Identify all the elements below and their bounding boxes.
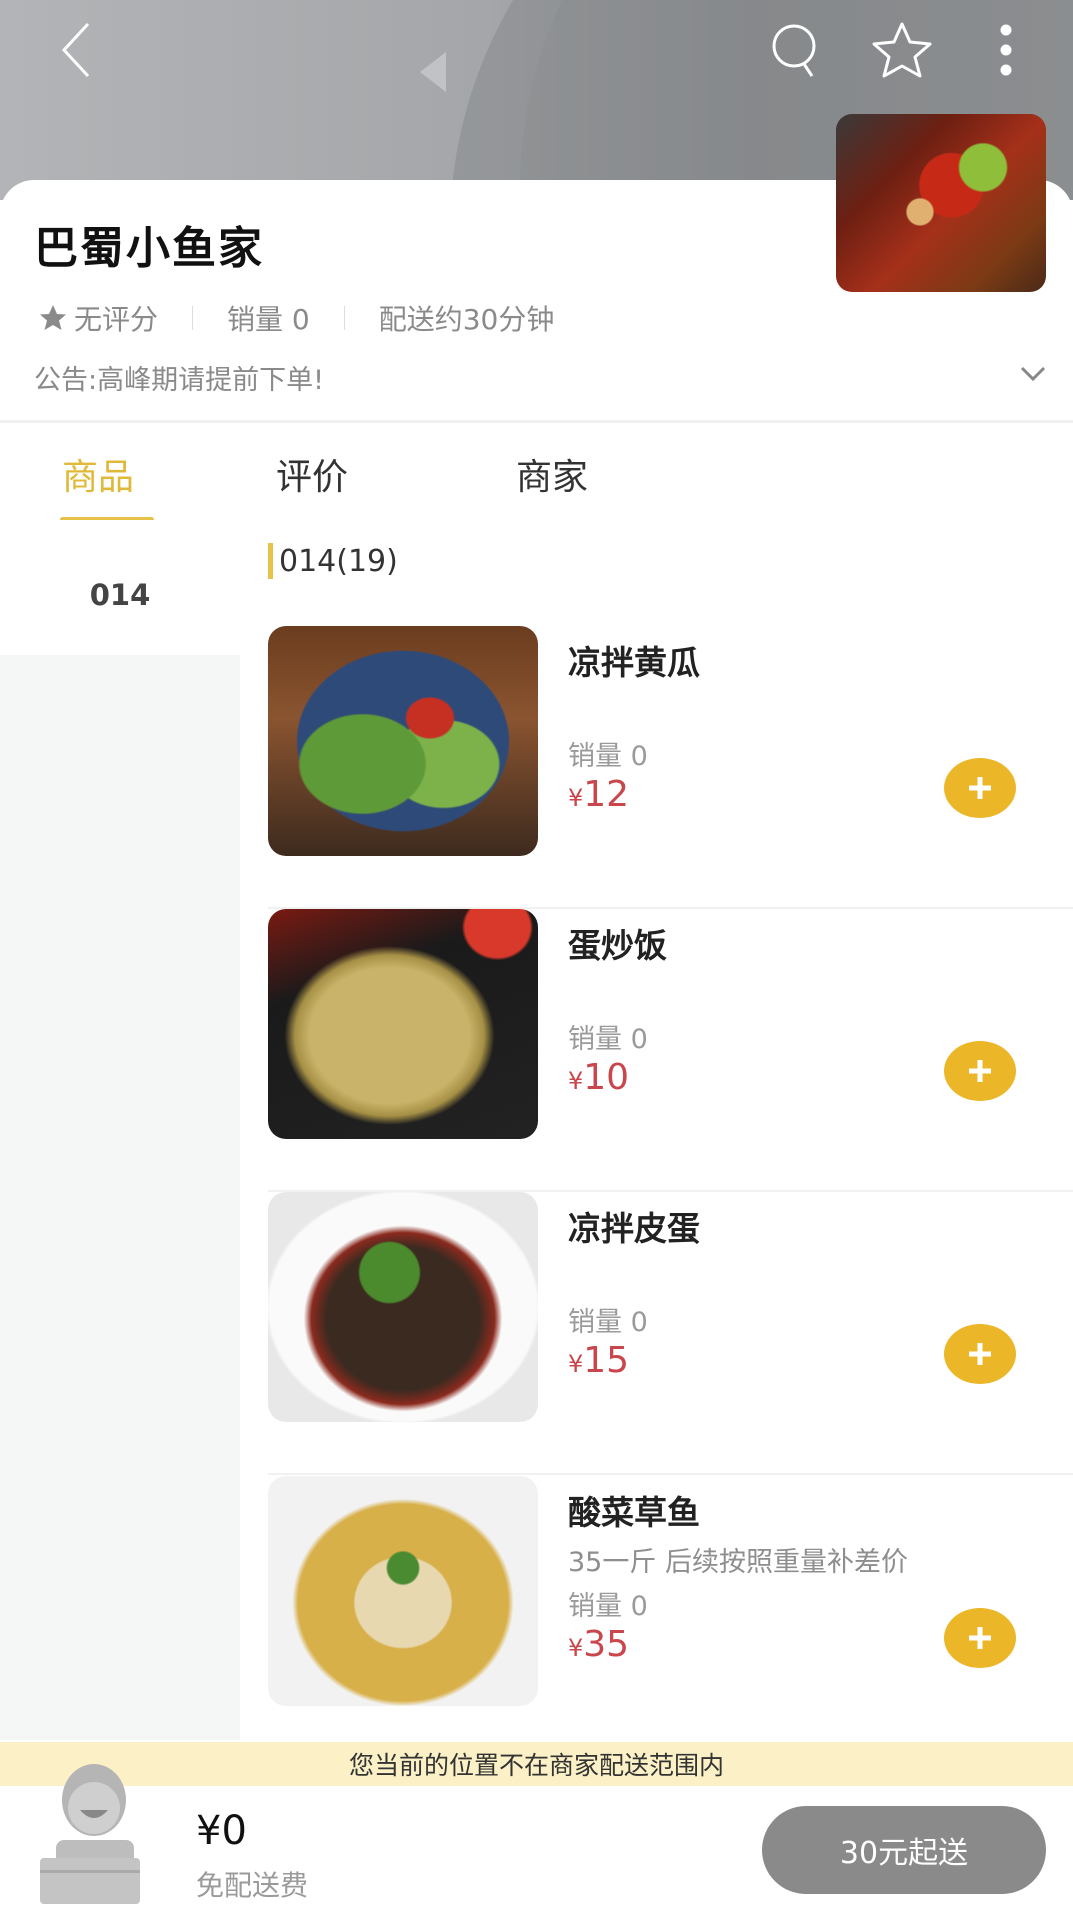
checkout-button[interactable]: 30元起送 [762, 1806, 1046, 1894]
delivery-fee: 免配送费 [196, 1869, 309, 1902]
shop-delivery-time: 配送约30分钟 [378, 303, 555, 336]
chevron-left-icon [61, 22, 90, 78]
product-item[interactable]: 凉拌黄瓜 销量 0 ¥12 [268, 626, 1073, 909]
product-description: 35一斤 后续按照重量补差价 [568, 1547, 908, 1578]
category-section-header: 014(19) [268, 543, 398, 579]
product-sales: 销量 0 [568, 1024, 648, 1055]
shop-meta: 无评分 销量 0 配送约30分钟 [38, 298, 554, 338]
product-item[interactable]: 蛋炒饭 销量 0 ¥10 [268, 909, 1073, 1192]
shop-notice[interactable]: 公告:高峰期请提前下单! [34, 358, 324, 397]
product-price: ¥10 [568, 1057, 630, 1098]
product-price: ¥12 [568, 774, 630, 815]
divider [0, 420, 1073, 423]
add-to-cart-button[interactable] [944, 758, 1016, 818]
product-image[interactable] [268, 909, 538, 1139]
add-to-cart-button[interactable] [944, 1608, 1016, 1668]
plus-icon [969, 1343, 991, 1365]
product-sales: 销量 0 [568, 1591, 648, 1622]
tab-reviews[interactable]: 评价 [276, 448, 348, 500]
product-name: 凉拌皮蛋 [568, 1209, 700, 1248]
section-title: 014(19) [279, 543, 398, 579]
add-to-cart-button[interactable] [944, 1041, 1016, 1101]
more-vertical-icon [1000, 24, 1012, 76]
divider [192, 306, 194, 330]
plus-icon [969, 777, 991, 799]
search-button[interactable] [764, 18, 828, 82]
delivery-courier-icon[interactable] [26, 1758, 156, 1906]
category-sidebar [0, 540, 240, 1740]
product-name: 凉拌黄瓜 [568, 643, 700, 682]
divider [343, 306, 345, 330]
product-price: ¥35 [568, 1624, 630, 1665]
favorite-button[interactable] [870, 18, 934, 82]
shop-logo [836, 114, 1046, 292]
product-sales: 销量 0 [568, 1307, 648, 1338]
search-icon [772, 24, 816, 77]
section-accent-bar [268, 543, 273, 579]
star-icon [40, 305, 66, 330]
product-name: 酸菜草鱼 [568, 1493, 700, 1532]
plus-icon [969, 1627, 991, 1649]
plus-icon [969, 1060, 991, 1082]
tab-products[interactable]: 商品 [62, 448, 134, 500]
product-image[interactable] [268, 626, 538, 856]
product-item[interactable]: 凉拌皮蛋 销量 0 ¥15 [268, 1192, 1073, 1475]
add-to-cart-button[interactable] [944, 1324, 1016, 1384]
product-sales: 销量 0 [568, 741, 648, 772]
product-image[interactable] [268, 1192, 538, 1422]
delivery-range-notice: 您当前的位置不在商家配送范围内 [0, 1742, 1073, 1786]
cart-total: ¥0 [196, 1808, 247, 1854]
shop-sales: 销量 0 [227, 303, 310, 336]
product-item[interactable]: 酸菜草鱼 35一斤 后续按照重量补差价 销量 0 ¥35 [268, 1476, 1073, 1759]
more-button[interactable] [974, 18, 1038, 82]
star-outline-icon [872, 22, 932, 78]
sidebar-item-014[interactable]: 014 [0, 535, 240, 655]
tab-merchant[interactable]: 商家 [516, 448, 588, 500]
chevron-down-icon[interactable] [1018, 362, 1048, 386]
shop-rating: 无评分 [74, 303, 159, 336]
shop-name: 巴蜀小鱼家 [34, 223, 264, 274]
product-name: 蛋炒饭 [568, 926, 667, 965]
product-image[interactable] [268, 1476, 538, 1706]
back-button[interactable] [44, 18, 108, 82]
product-price: ¥15 [568, 1340, 630, 1381]
